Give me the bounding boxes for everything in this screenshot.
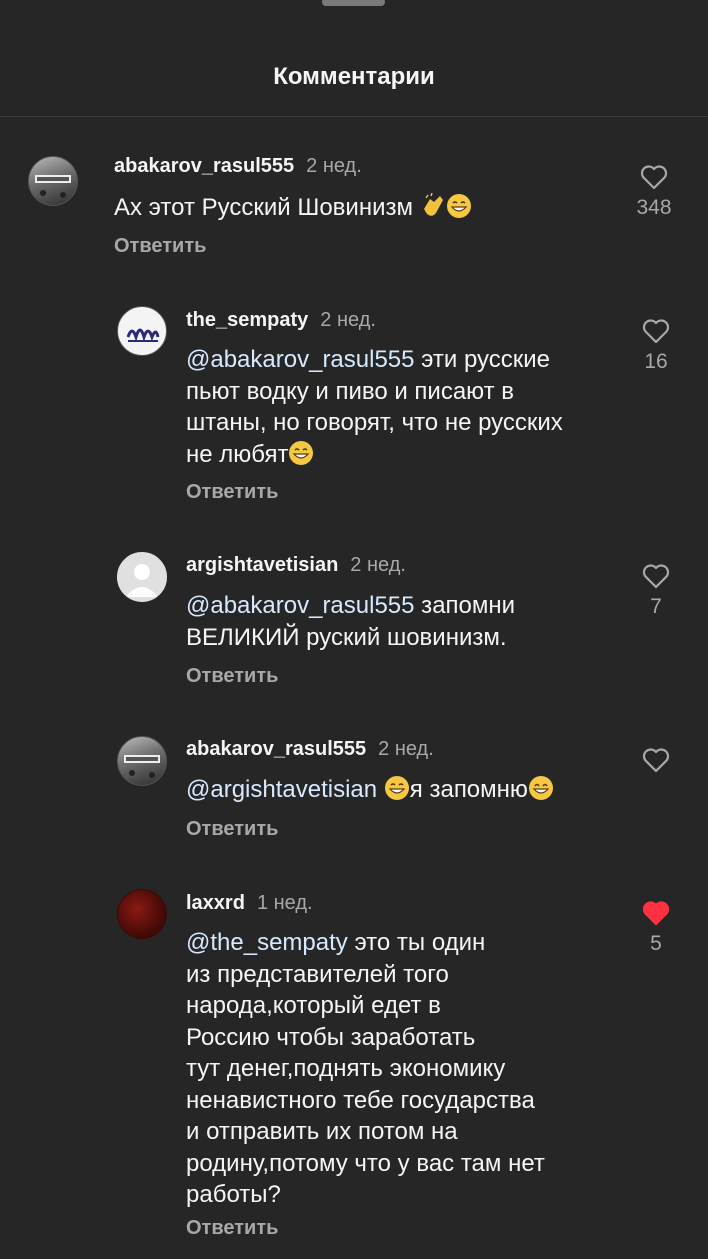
avatar[interactable] [117, 306, 167, 356]
avatar[interactable] [117, 889, 167, 939]
reply-button[interactable]: Ответить [114, 235, 206, 258]
comment-username[interactable]: abakarov_rasul555 [114, 155, 294, 177]
comment-time: 2 нед. [378, 738, 434, 760]
comment-text: это ты один из представителей того народ… [186, 929, 545, 1208]
comment-text: Ах этот Русский Шовинизм [114, 194, 413, 221]
heart-filled-icon [642, 901, 670, 926]
comment-username[interactable]: laxxrd [186, 892, 245, 914]
comment-text-container: Ах этот Русский Шовинизм [114, 192, 472, 224]
like-count: 16 [644, 350, 668, 373]
heart-outline-icon [642, 319, 670, 344]
mention-link[interactable]: @argishtavetisian [186, 776, 377, 803]
grinning-sweat-emoji [446, 194, 471, 218]
clapping-hands-emoji [423, 193, 443, 216]
comment-text-container: @abakarov_rasul555 запомни ВЕЛИКИЙ руски… [186, 590, 626, 653]
comment-time: 2 нед. [320, 309, 376, 331]
grinning-sweat-emoji [384, 776, 409, 800]
comment-time: 2 нед. [306, 155, 362, 177]
heart-outline-icon [642, 564, 670, 589]
mention-link[interactable]: @the_sempaty [186, 929, 348, 956]
header-divider [0, 116, 708, 117]
like-count: 7 [650, 595, 662, 618]
comment-time: 1 нед. [256, 892, 313, 914]
mention-link[interactable]: @abakarov_rasul555 [186, 592, 415, 619]
mention-link[interactable]: @abakarov_rasul555 [186, 346, 415, 373]
avatar[interactable] [117, 552, 167, 602]
reply-button[interactable]: Ответить [186, 818, 278, 841]
like-button[interactable]: 7 [636, 563, 676, 619]
comment-username[interactable]: argishtavetisian [186, 554, 338, 576]
like-button[interactable]: 16 [636, 318, 676, 374]
grinning-sweat-emoji [289, 440, 314, 465]
avatar[interactable] [117, 736, 167, 786]
heart-outline-icon [640, 165, 668, 190]
reply-button[interactable]: Ответить [186, 1217, 278, 1240]
comment-text: я запомню [409, 776, 528, 803]
like-button[interactable] [636, 747, 676, 779]
grinning-emoji [528, 776, 553, 800]
reply-button[interactable]: Ответить [186, 481, 278, 504]
page-title: Комментарии [273, 63, 435, 90]
comment-username[interactable]: the_sempaty [186, 309, 308, 331]
comment-text-container: @the_sempaty это ты один из представител… [186, 927, 626, 1211]
like-button[interactable]: 348 [634, 164, 674, 220]
reply-button[interactable]: Ответить [186, 665, 278, 688]
comment-username[interactable]: abakarov_rasul555 [186, 738, 366, 760]
comment-time: 2 нед. [350, 554, 406, 576]
comment-text-container: @abakarov_rasul555 эти русские пьют водк… [186, 344, 626, 470]
like-count: 348 [636, 196, 672, 219]
like-count: 5 [650, 932, 662, 955]
heart-outline-icon [642, 748, 670, 773]
drag-handle[interactable] [322, 0, 385, 6]
comment-text-container: @argishtavetisian я запомню [186, 774, 646, 806]
avatar[interactable] [28, 156, 78, 206]
like-button[interactable]: 5 [636, 900, 676, 956]
